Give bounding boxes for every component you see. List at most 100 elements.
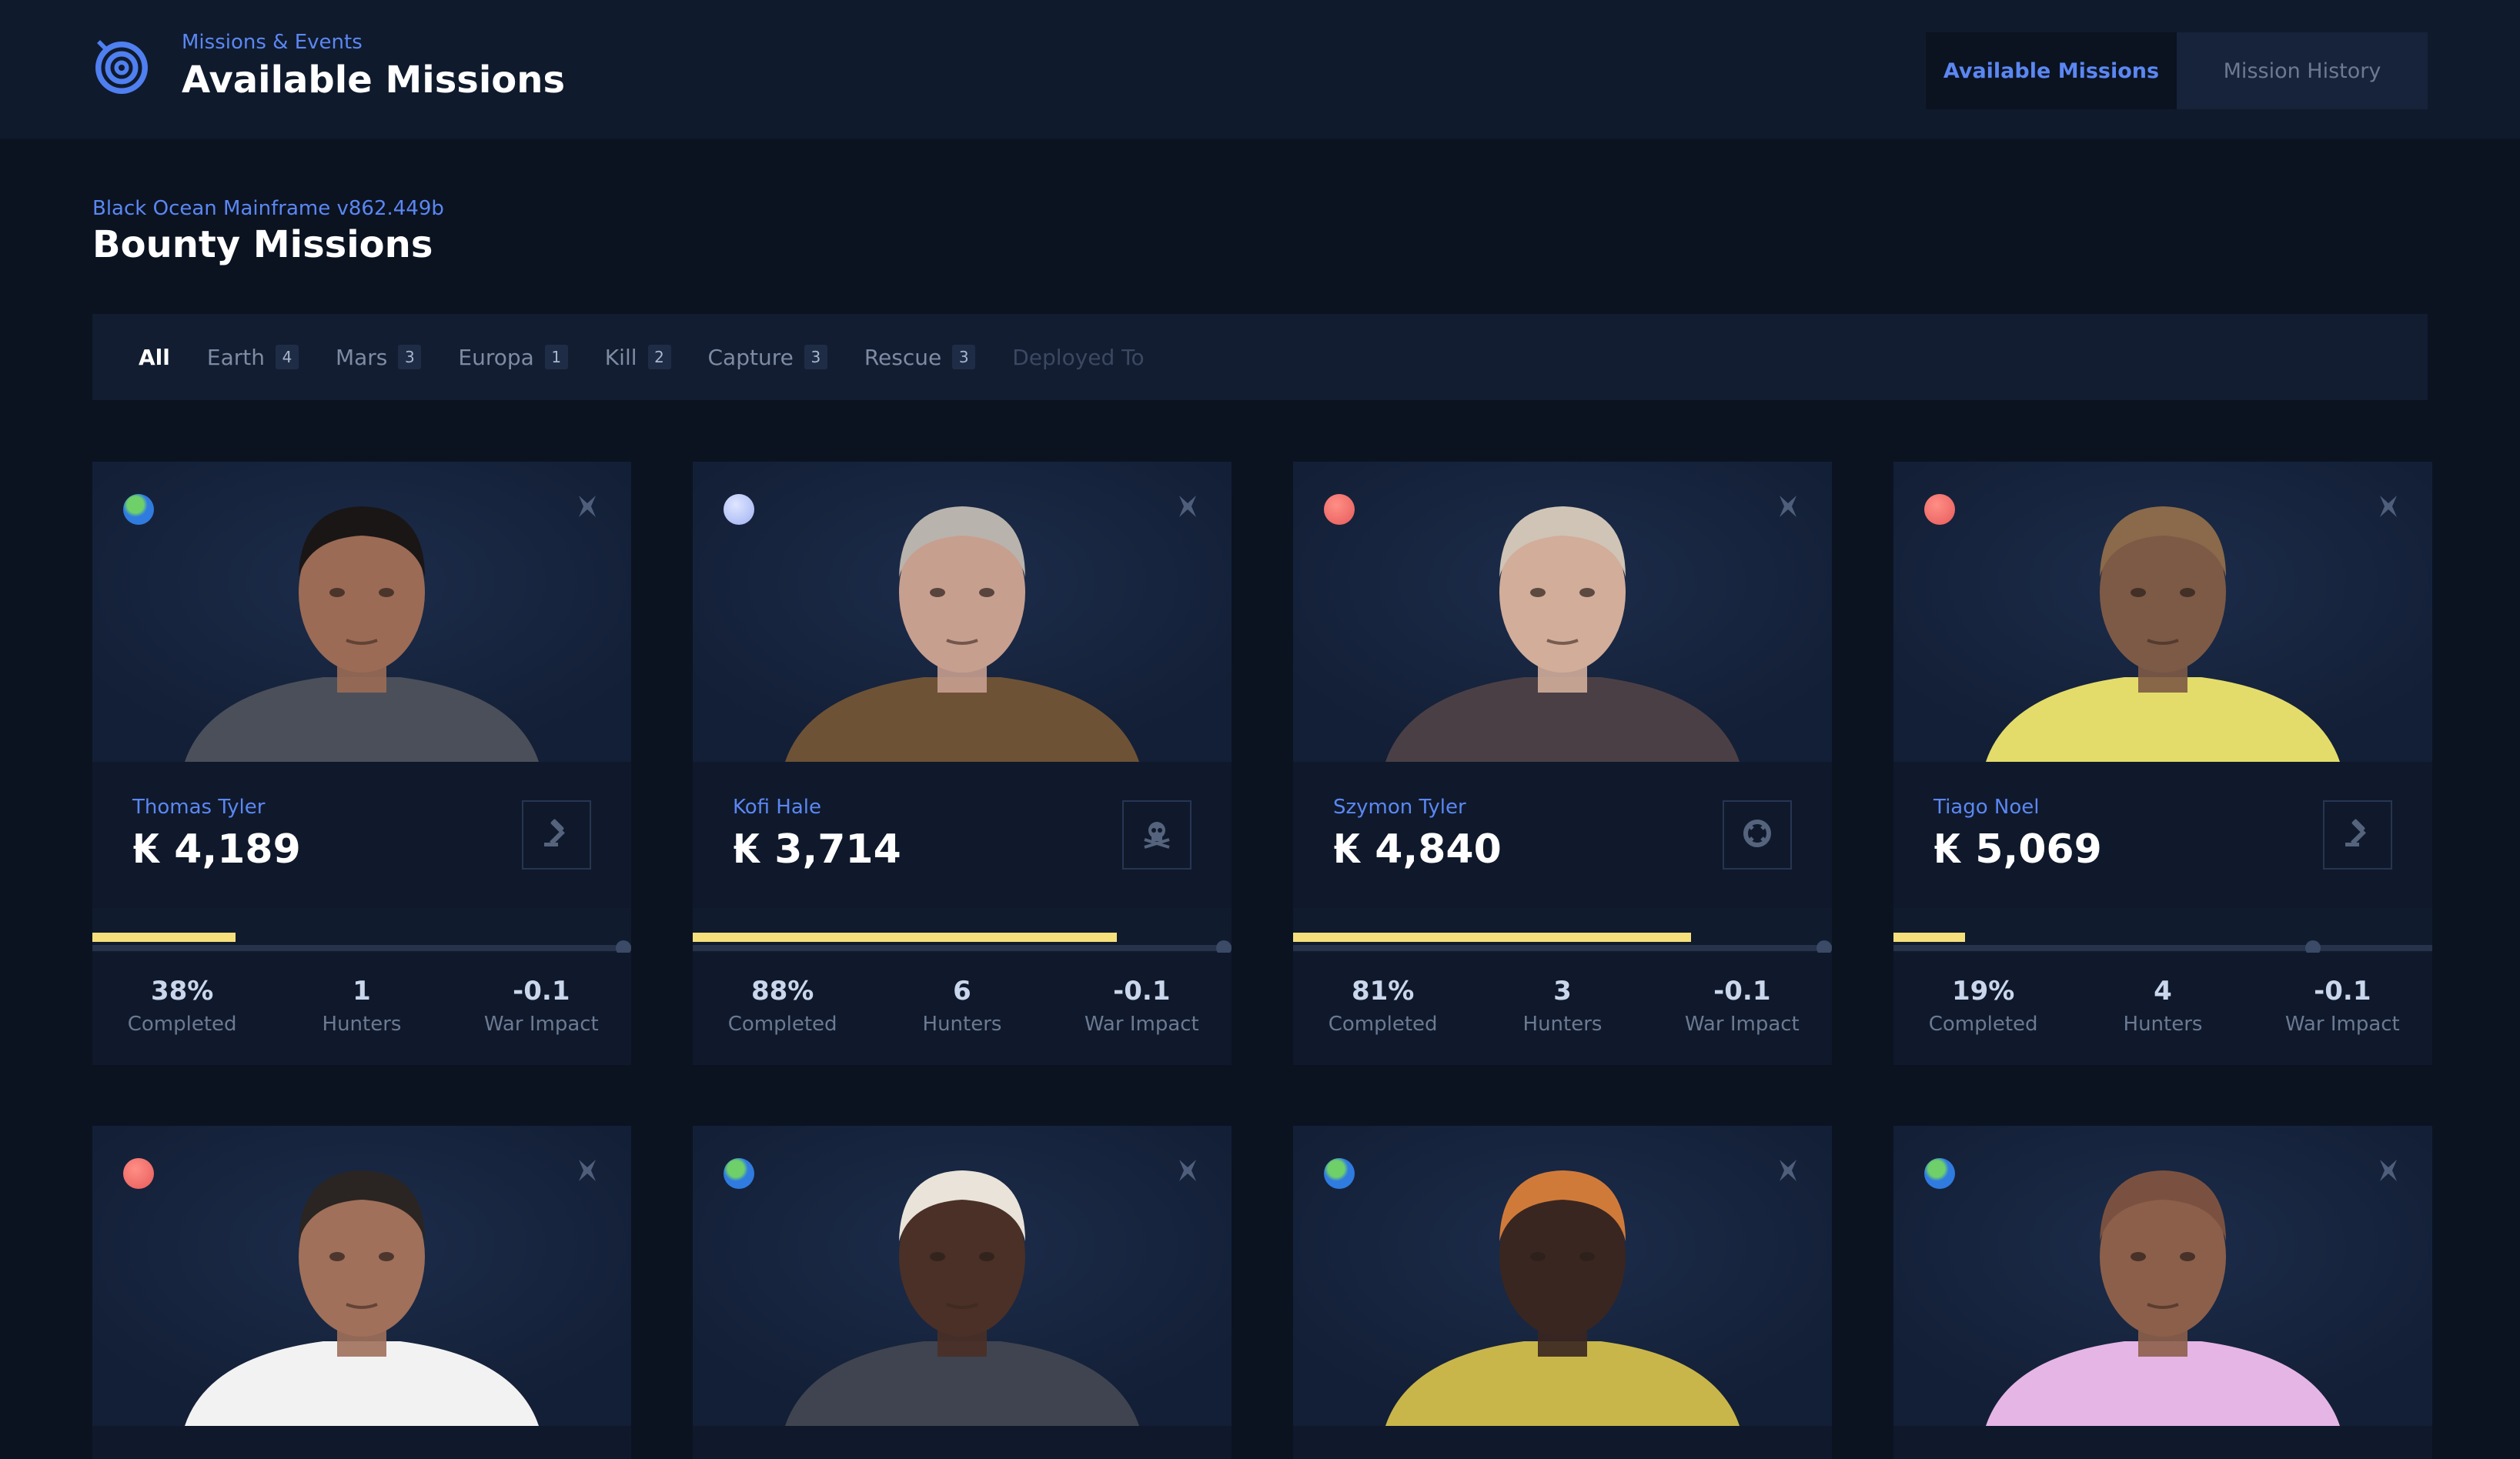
reward-amount: ₭ 4,840: [1333, 826, 1502, 873]
mission-card[interactable]: [693, 1126, 1232, 1459]
filter-mars[interactable]: Mars 3: [336, 345, 422, 370]
mission-stats: 88% Completed 6 Hunters -0.1 War Impact: [693, 953, 1232, 1065]
mission-type-button[interactable]: [1723, 800, 1792, 870]
pin-icon[interactable]: [1776, 494, 1800, 519]
filter-capture[interactable]: Capture 3: [708, 345, 827, 370]
hunters-label: Hunters: [322, 1013, 402, 1036]
mission-stats: 19% Completed 4 Hunters -0.1 War Impact: [1893, 953, 2432, 1065]
lifebuoy-icon: [1740, 816, 1774, 853]
war-impact-value: -0.1: [513, 976, 570, 1007]
target-portrait: [693, 1126, 1232, 1426]
mars-planet-icon: [1924, 494, 1955, 525]
filter-deployed-to[interactable]: Deployed To: [1012, 345, 1144, 370]
target-portrait: [1893, 1126, 2432, 1426]
war-impact-label: War Impact: [483, 1013, 599, 1036]
progress-fill: [1293, 933, 1691, 942]
skull-icon: [1140, 816, 1174, 853]
pin-icon[interactable]: [1776, 1158, 1800, 1183]
progress-fill: [693, 933, 1117, 942]
portrait-panel: [92, 462, 631, 762]
mission-card[interactable]: Kofi Hale ₭ 3,714 88% Completed 6 Hunters -0.1…: [693, 462, 1232, 1065]
portrait-panel: [1893, 462, 2432, 762]
completion-progress: [1293, 930, 1832, 956]
pin-icon[interactable]: [1176, 1158, 1199, 1183]
filter-count-badge: 4: [275, 345, 299, 369]
mission-stats: 38% Completed 1 Hunters -0.1 War Impact: [92, 953, 631, 1065]
completion-progress: [1893, 930, 2432, 956]
filter-label: Rescue: [864, 344, 942, 370]
gavel-icon: [2341, 816, 2375, 853]
completed-value: 19%: [1951, 976, 2015, 1007]
earth-planet-icon: [1324, 1158, 1355, 1189]
section-title: Bounty Missions: [92, 223, 433, 266]
portrait-panel: [1293, 1126, 1832, 1426]
target-portrait: [1893, 462, 2432, 762]
filter-rescue[interactable]: Rescue 3: [864, 344, 976, 370]
completed-value: 38%: [150, 976, 214, 1007]
portrait-panel: [1293, 462, 1832, 762]
bounty-info: Kofi Hale ₭ 3,714: [693, 762, 1232, 908]
mission-type-button[interactable]: [2323, 800, 2392, 870]
pin-icon[interactable]: [576, 494, 599, 519]
war-impact-label: War Impact: [1084, 1013, 1199, 1036]
progress-track: [1293, 945, 1832, 951]
stat-hunters: 6 Hunters: [872, 953, 1051, 1065]
target-name[interactable]: Thomas Tyler: [132, 796, 265, 819]
tab-available-missions[interactable]: Available Missions: [1926, 32, 2177, 109]
pin-icon[interactable]: [2377, 1158, 2400, 1183]
stat-war-impact: -0.1 War Impact: [2253, 953, 2432, 1065]
filter-europa[interactable]: Europa 1: [458, 345, 568, 370]
progress-track: [1893, 945, 2432, 951]
filter-all[interactable]: All: [139, 345, 170, 370]
filter-earth[interactable]: Earth 4: [207, 345, 299, 370]
filter-label: Earth: [206, 344, 265, 370]
hunters-value: 6: [953, 976, 971, 1007]
mission-type-button[interactable]: [1122, 800, 1191, 870]
bounty-info-partial: [1893, 1426, 2432, 1459]
completed-value: 81%: [1351, 976, 1415, 1007]
pin-icon[interactable]: [1176, 494, 1199, 519]
mission-card[interactable]: Tiago Noel ₭ 5,069 19% Completed 4 Hunters -0.…: [1893, 462, 2432, 1065]
bounty-info: Szymon Tyler ₭ 4,840: [1293, 762, 1832, 908]
bounty-info-partial: [1293, 1426, 1832, 1459]
mission-card[interactable]: [92, 1126, 631, 1459]
hunters-label: Hunters: [1522, 1013, 1603, 1036]
hunters-value: 4: [2154, 976, 2172, 1007]
hunters-label: Hunters: [922, 1013, 1002, 1036]
europa-planet-icon: [724, 494, 754, 525]
target-portrait: [1293, 462, 1832, 762]
tab-mission-history[interactable]: Mission History: [2177, 32, 2428, 109]
earth-planet-icon: [1924, 1158, 1955, 1189]
pin-icon[interactable]: [576, 1158, 599, 1183]
filter-bar: All Earth 4 Mars 3 Europa 1 Kill 2 Capture 3 Rescue…: [92, 314, 2428, 400]
target-portrait: [92, 1126, 631, 1426]
mission-card[interactable]: Thomas Tyler ₭ 4,189 38% Completed 1 Hunters -…: [92, 462, 631, 1065]
stat-completed: 88% Completed: [693, 953, 872, 1065]
mission-stats: 81% Completed 3 Hunters -0.1 War Impact: [1293, 953, 1832, 1065]
header-subtitle: Missions & Events: [182, 31, 363, 54]
portrait-panel: [92, 1126, 631, 1426]
reward-amount: ₭ 5,069: [1933, 826, 2102, 873]
war-impact-value: -0.1: [1713, 976, 1771, 1007]
mission-card[interactable]: [1293, 1126, 1832, 1459]
page-title: Available Missions: [182, 58, 566, 102]
bounty-info: Tiago Noel ₭ 5,069: [1893, 762, 2432, 908]
mission-card[interactable]: Szymon Tyler ₭ 4,840 81% Completed 3 Hunters -…: [1293, 462, 1832, 1065]
portrait-panel: [1893, 1126, 2432, 1426]
completed-label: Completed: [1928, 1013, 2038, 1036]
completion-progress: [92, 930, 631, 956]
target-name[interactable]: Tiago Noel: [1933, 796, 2040, 819]
stat-hunters: 3 Hunters: [1472, 953, 1652, 1065]
mission-type-button[interactable]: [522, 800, 591, 870]
target-portrait: [92, 462, 631, 762]
target-name[interactable]: Szymon Tyler: [1333, 796, 1466, 819]
mission-card[interactable]: [1893, 1126, 2432, 1459]
pin-icon[interactable]: [2377, 494, 2400, 519]
target-name[interactable]: Kofi Hale: [733, 796, 821, 819]
filter-label: Deployed To: [1012, 344, 1145, 370]
completed-label: Completed: [127, 1013, 237, 1036]
stat-war-impact: -0.1 War Impact: [1052, 953, 1232, 1065]
filter-kill[interactable]: Kill 2: [605, 345, 671, 370]
war-impact-value: -0.1: [2314, 976, 2371, 1007]
top-header: Missions & Events Available Missions Ava…: [0, 0, 2520, 139]
